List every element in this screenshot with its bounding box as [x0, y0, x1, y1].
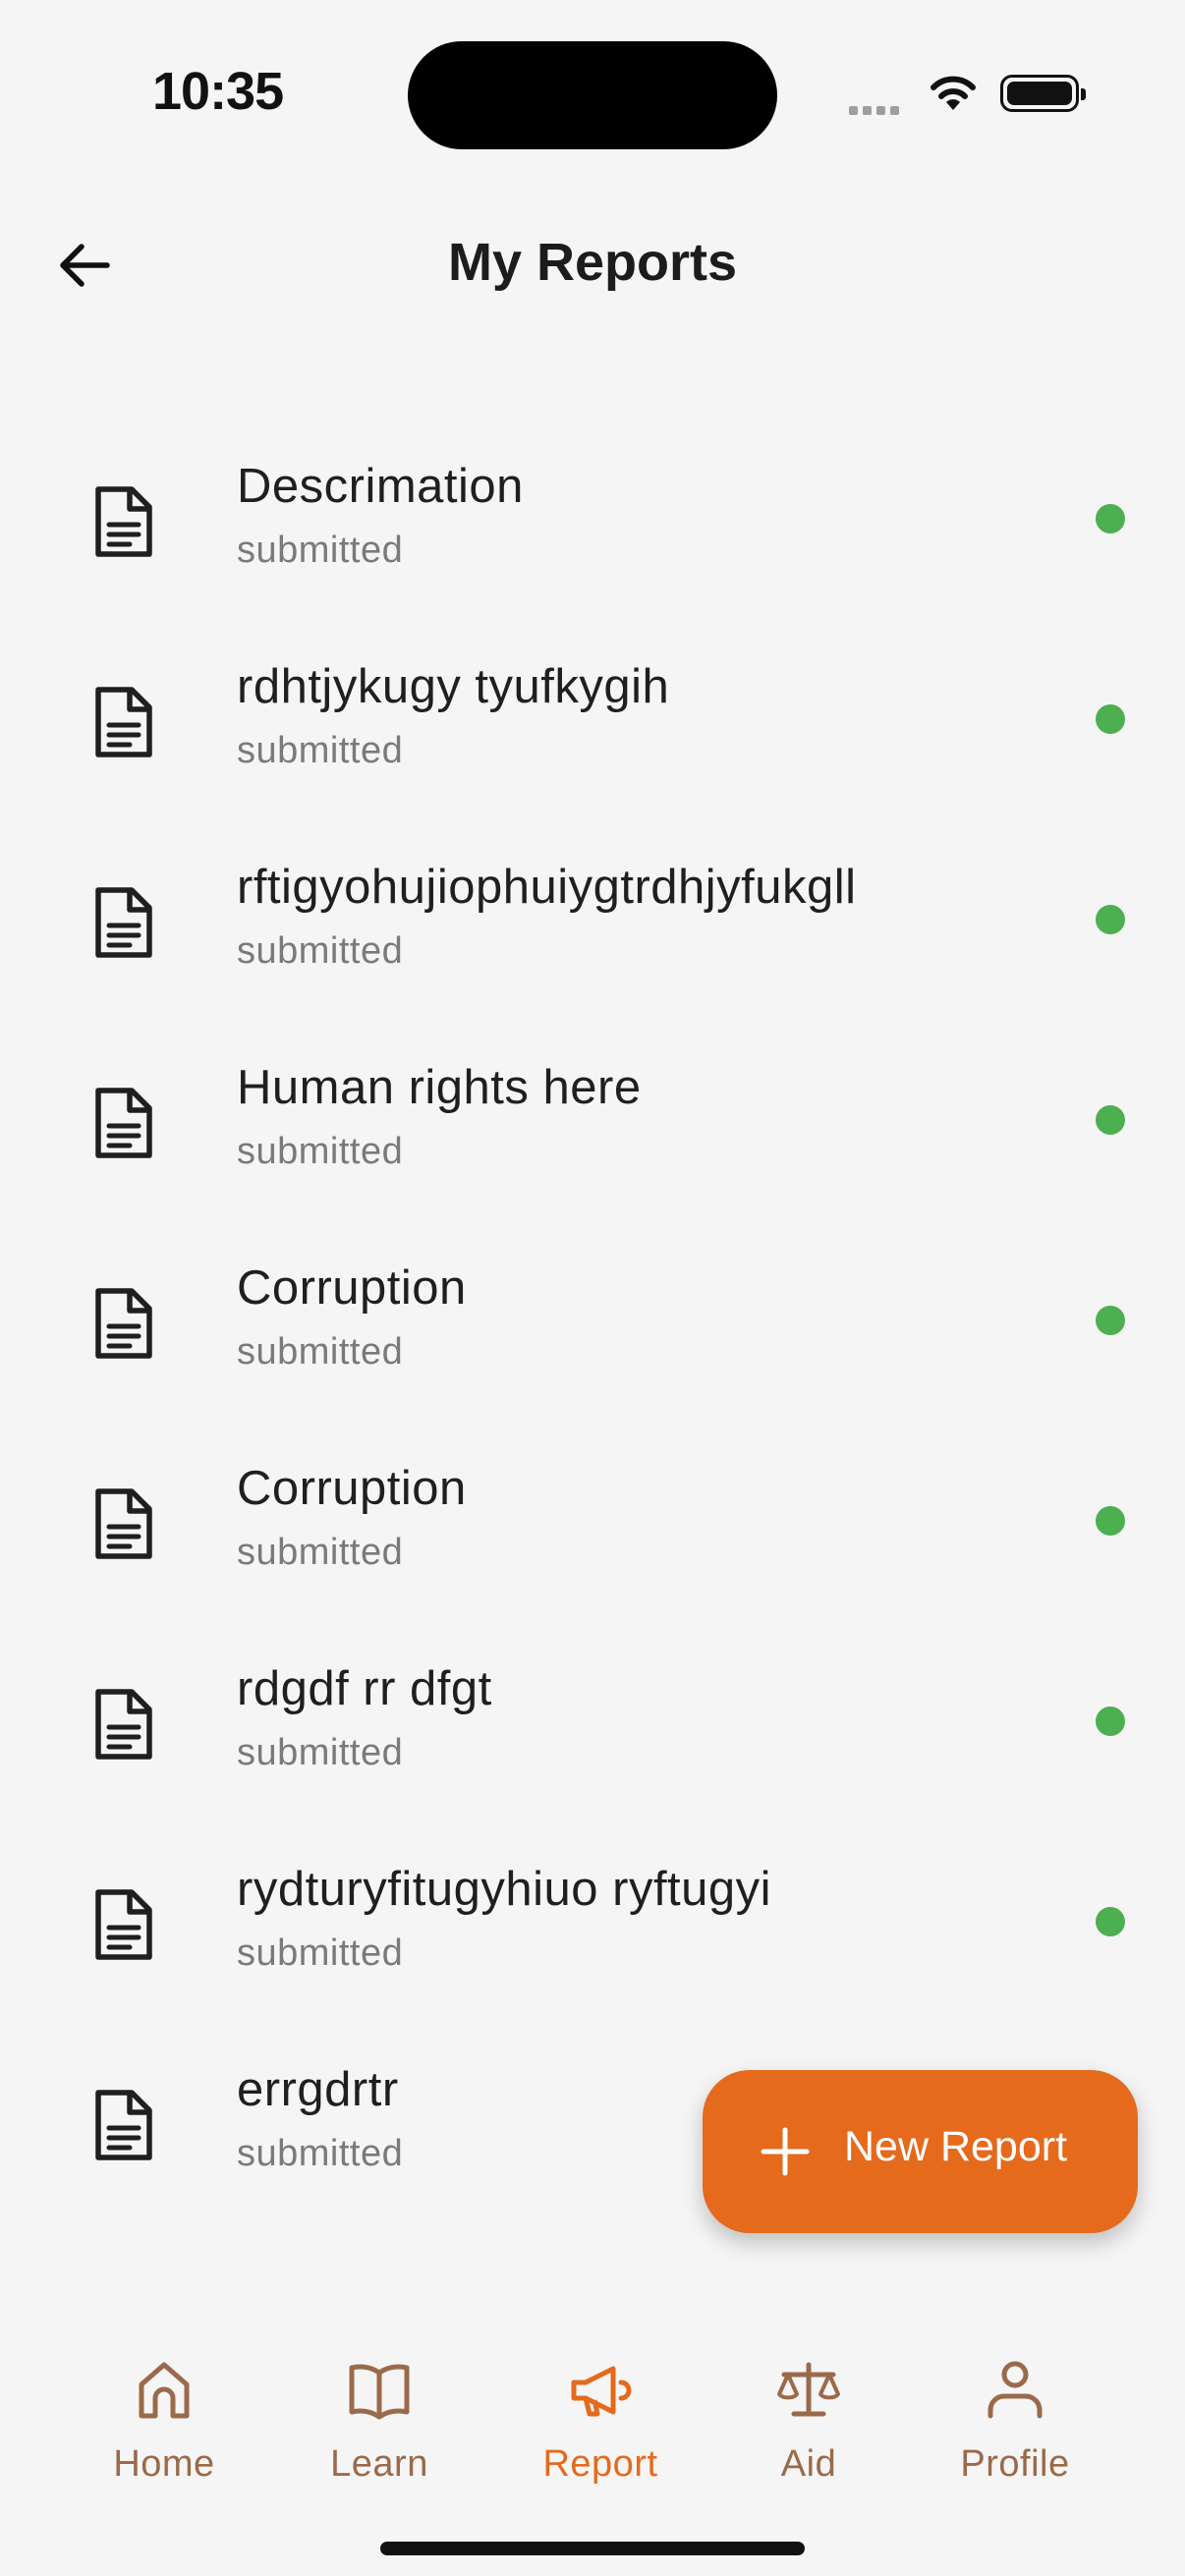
report-list-item[interactable]: rydturyfitugyhiuo ryftugyi submitted: [0, 1820, 1185, 2021]
report-title: rftigyohujiophuiygtrdhjyfukgll: [237, 861, 857, 914]
dynamic-island: [408, 41, 777, 149]
report-title: Corruption: [237, 1261, 467, 1315]
status-indicator-dot: [1096, 1306, 1125, 1335]
report-status: submitted: [237, 1732, 404, 1773]
status-indicator-dot: [1096, 504, 1125, 533]
report-title: Descrimation: [237, 460, 524, 513]
report-title: rdhtjykugy tyufkygih: [237, 660, 670, 713]
report-status: submitted: [237, 530, 404, 571]
document-icon: [95, 1288, 152, 1359]
report-status: submitted: [237, 1932, 404, 1974]
book-icon: [349, 2364, 410, 2420]
report-title: rydturyfitugyhiuo ryftugyi: [237, 1863, 772, 1916]
document-icon: [95, 887, 152, 958]
status-indicator-dot: [1096, 704, 1125, 734]
report-status: submitted: [237, 1532, 404, 1573]
nav-label-aid: Aid: [780, 2443, 837, 2485]
nav-label-report: Report: [542, 2443, 658, 2485]
status-indicator-dot: [1096, 1506, 1125, 1536]
document-icon: [95, 2090, 152, 2160]
report-list: Descrimation submitted rdhtjykugy tyufkygi…: [0, 418, 1185, 2221]
bottom-navigation: Home Learn Report Aid Profile: [0, 2304, 1185, 2576]
new-report-label: New Report: [844, 2123, 1068, 2170]
report-list-item[interactable]: Human rights here submitted: [0, 1019, 1185, 1219]
screen: 10:35 My Reports Descrimation submitted rd…: [0, 0, 1185, 2576]
report-status: submitted: [237, 1131, 404, 1172]
home-indicator: [380, 2542, 805, 2555]
report-title: errgdrtr: [237, 2063, 399, 2116]
report-status: submitted: [237, 730, 404, 771]
report-status: submitted: [237, 930, 404, 972]
person-icon: [988, 2361, 1043, 2419]
megaphone-icon: [571, 2366, 632, 2417]
document-icon: [95, 486, 152, 557]
report-status: submitted: [237, 1331, 404, 1372]
status-indicator-dot: [1096, 1707, 1125, 1736]
report-list-item[interactable]: Corruption submitted: [0, 1219, 1185, 1420]
report-list-item[interactable]: rdhtjykugy tyufkygih submitted: [0, 618, 1185, 818]
document-icon: [95, 1689, 152, 1760]
nav-item-report[interactable]: Report: [492, 2304, 708, 2530]
report-status: submitted: [237, 2133, 404, 2174]
nav-label-learn: Learn: [330, 2443, 428, 2485]
status-bar: 10:35: [0, 0, 1185, 187]
plus-icon: [761, 2127, 810, 2176]
report-list-item[interactable]: rdgdf rr dfgt submitted: [0, 1620, 1185, 1820]
document-icon: [95, 687, 152, 757]
nav-item-aid[interactable]: Aid: [701, 2304, 917, 2530]
wifi-icon: [931, 76, 976, 110]
page-title: My Reports: [447, 233, 738, 292]
document-icon: [95, 1488, 152, 1559]
status-indicator-dot: [1096, 1907, 1125, 1936]
nav-item-learn[interactable]: Learn: [271, 2304, 487, 2530]
cellular-signal-icon: [849, 102, 904, 120]
status-time: 10:35: [152, 62, 284, 121]
report-list-item[interactable]: Corruption submitted: [0, 1420, 1185, 1620]
document-icon: [95, 1889, 152, 1960]
home-icon: [139, 2362, 190, 2419]
nav-label-profile: Profile: [960, 2443, 1070, 2485]
report-title: rdgdf rr dfgt: [237, 1662, 492, 1715]
nav-item-home[interactable]: Home: [56, 2304, 272, 2530]
scales-icon: [777, 2362, 840, 2417]
report-title: Human rights here: [237, 1061, 642, 1114]
status-indicator-dot: [1096, 905, 1125, 934]
nav-item-profile[interactable]: Profile: [907, 2304, 1123, 2530]
report-list-item[interactable]: Descrimation submitted: [0, 418, 1185, 618]
report-title: Corruption: [237, 1462, 467, 1515]
nav-label-home: Home: [113, 2443, 215, 2485]
new-report-button[interactable]: New Report: [703, 2070, 1138, 2233]
app-header: My Reports: [0, 196, 1185, 334]
status-indicator-dot: [1096, 1105, 1125, 1135]
battery-icon: [1000, 75, 1086, 112]
document-icon: [95, 1088, 152, 1158]
report-list-item[interactable]: rftigyohujiophuiygtrdhjyfukgll submitted: [0, 818, 1185, 1019]
